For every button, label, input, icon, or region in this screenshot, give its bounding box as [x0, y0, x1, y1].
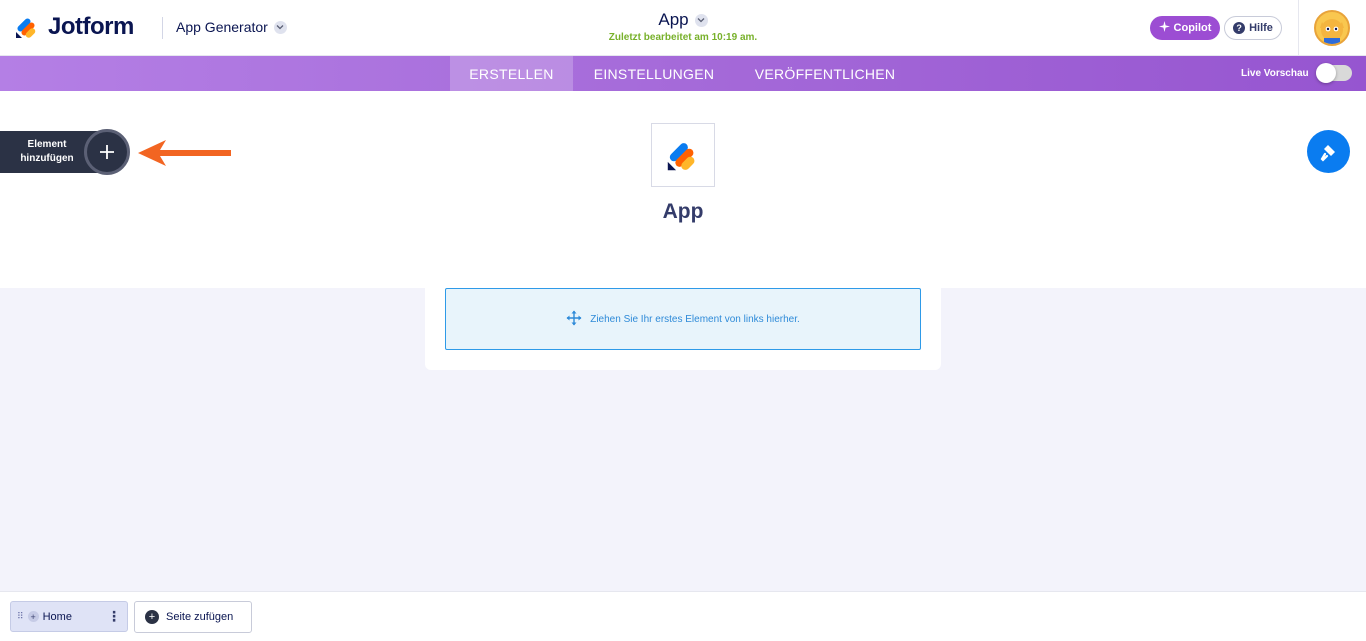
more-vertical-icon[interactable]: ⋮ [107, 608, 121, 625]
toggle-knob [1316, 63, 1336, 83]
copilot-button[interactable]: Copilot [1150, 16, 1220, 40]
top-header: Jotform App Generator App Zuletzt bearbe… [0, 0, 1366, 56]
divider [1298, 0, 1299, 56]
tab-veroeffentlichen[interactable]: VERÖFFENTLICHEN [735, 56, 915, 91]
app-name[interactable]: App [583, 200, 783, 224]
element-dropzone[interactable]: Ziehen Sie Ihr erstes Element von links … [445, 288, 921, 350]
paint-roller-icon[interactable] [1307, 130, 1350, 173]
builder-nav: ERSTELLEN EINSTELLUNGEN VERÖFFENTLICHEN … [0, 56, 1366, 91]
divider [162, 17, 163, 39]
jotform-logo[interactable]: Jotform [14, 13, 134, 41]
chevron-down-icon [694, 13, 708, 27]
move-icon [566, 310, 582, 329]
live-preview-label: Live Vorschau [1241, 68, 1309, 79]
page-title: App [658, 10, 689, 29]
drag-handle-icon[interactable]: ⠿ [17, 612, 24, 621]
sparkle-icon [1158, 21, 1170, 35]
avatar[interactable] [1314, 10, 1350, 46]
arrow-left-icon [136, 138, 232, 173]
live-preview-toggle[interactable] [1316, 63, 1352, 83]
page-tab-home[interactable]: ⠿ + Home ⋮ [10, 601, 128, 632]
dropzone-text: Ziehen Sie Ihr erstes Element von links … [590, 313, 800, 325]
chevron-down-icon [273, 20, 287, 34]
app-generator-label: App Generator [176, 19, 268, 35]
plus-icon[interactable] [84, 129, 130, 175]
add-element-label: Element hinzufügen [20, 139, 74, 164]
add-page-label: Seite zufügen [166, 611, 234, 623]
page-label: Home [42, 610, 72, 623]
tab-einstellungen[interactable]: EINSTELLUNGEN [573, 56, 735, 91]
app-title-dropdown[interactable]: App [658, 10, 708, 30]
plus-icon: + [27, 611, 39, 622]
app-header-area [0, 91, 1366, 288]
app-icon[interactable] [651, 123, 715, 187]
plus-icon: + [145, 610, 159, 624]
tab-erstellen[interactable]: ERSTELLEN [450, 56, 573, 91]
brand-name: Jotform [48, 13, 134, 40]
help-button[interactable]: ? Hilfe [1224, 16, 1282, 40]
app-generator-dropdown[interactable]: App Generator [176, 19, 287, 35]
add-page-button[interactable]: + Seite zufügen [134, 601, 252, 633]
help-label: Hilfe [1249, 22, 1273, 34]
copilot-label: Copilot [1173, 22, 1212, 34]
jotform-logo-icon [14, 14, 40, 40]
help-icon: ? [1233, 22, 1246, 34]
